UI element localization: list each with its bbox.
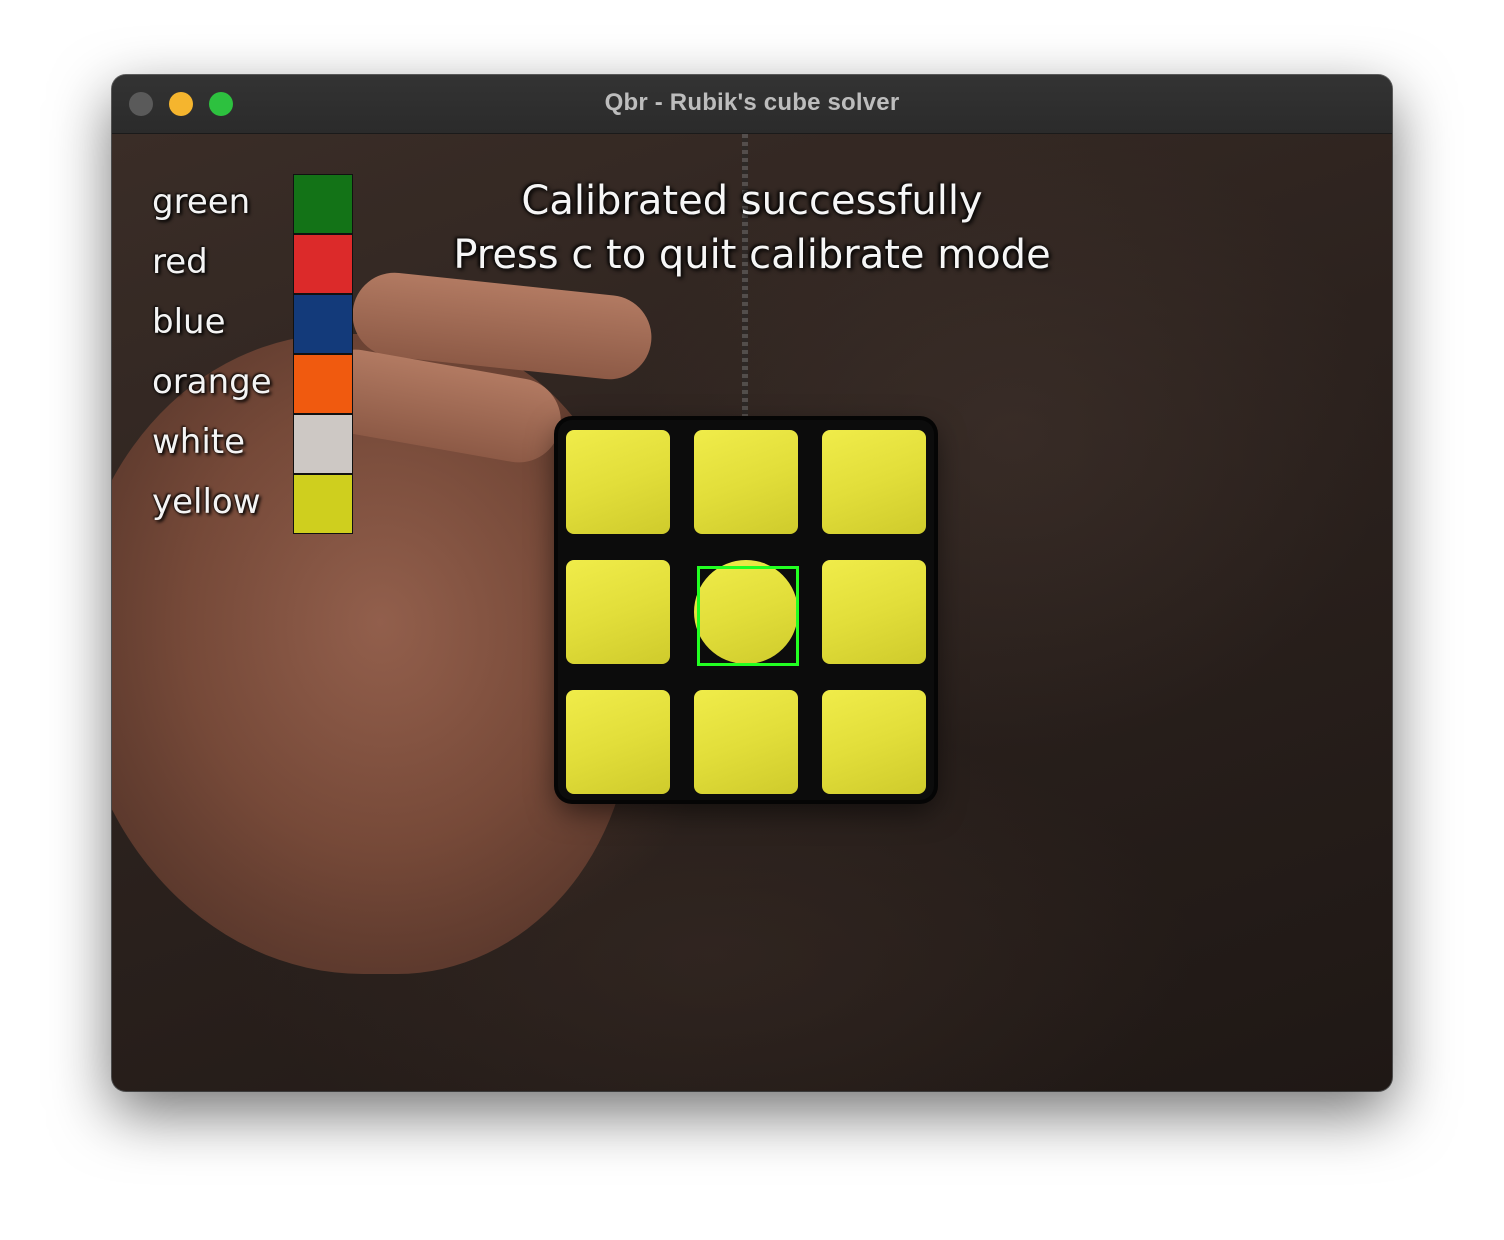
legend-label-white: white (152, 422, 246, 462)
cube-sticker (566, 690, 670, 794)
cube-sticker (822, 690, 926, 794)
cube-sticker (694, 690, 798, 794)
calibration-target-box (697, 566, 799, 666)
window-title: Qbr - Rubik's cube solver (604, 89, 900, 116)
cube-sticker (566, 560, 670, 664)
cube-sticker (694, 430, 798, 534)
app-window: Qbr - Rubik's cube solver green red blue… (112, 75, 1392, 1091)
legend-label-blue: blue (152, 302, 226, 342)
legend-swatch-white[interactable] (293, 414, 353, 474)
legend-swatch-blue[interactable] (293, 294, 353, 354)
legend-swatch-yellow[interactable] (293, 474, 353, 534)
cube-sticker (822, 430, 926, 534)
title-bar[interactable]: Qbr - Rubik's cube solver (112, 75, 1392, 134)
cube-sticker (566, 430, 670, 534)
legend-label-yellow: yellow (152, 482, 261, 522)
status-line-2: Press c to quit calibrate mode (453, 232, 1051, 278)
legend-label-orange: orange (152, 362, 272, 402)
status-line-1: Calibrated successfully (521, 178, 983, 224)
camera-feed: green red blue orange white yellow Calib… (112, 134, 1392, 1091)
legend-swatch-orange[interactable] (293, 354, 353, 414)
cube-sticker (822, 560, 926, 664)
